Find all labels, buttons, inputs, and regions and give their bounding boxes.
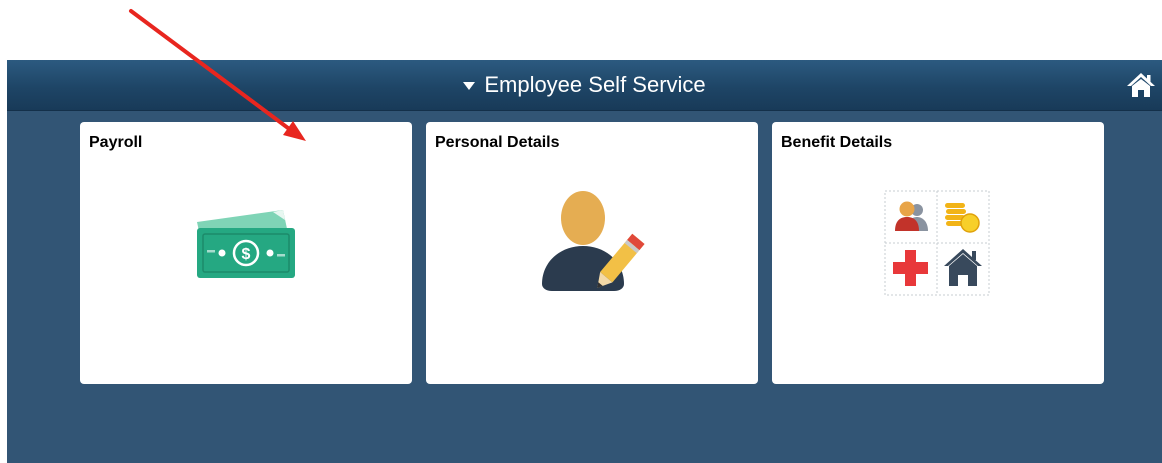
tile-title: Benefit Details	[781, 134, 893, 151]
tile-payroll[interactable]: Payroll $	[80, 122, 412, 384]
money-icon: $	[197, 210, 295, 278]
page-title: Employee Self Service	[484, 72, 706, 97]
tile-title: Personal Details	[435, 134, 560, 151]
home-button[interactable]	[1126, 71, 1156, 99]
svg-text:$: $	[242, 246, 251, 263]
benefits-icon	[884, 190, 990, 296]
tile-title: Payroll	[89, 134, 143, 151]
tile-personal-details[interactable]: Personal Details	[426, 122, 758, 384]
app-frame: Employee Self Service Payroll $ Personal…	[7, 60, 1162, 463]
page: Employee Self Service Payroll $ Personal…	[0, 0, 1162, 463]
header-bar: Employee Self Service	[7, 60, 1162, 111]
home-icon	[1127, 73, 1155, 97]
tile-benefit-details[interactable]: Benefit Details	[772, 122, 1104, 384]
homepage-selector[interactable]: Employee Self Service	[7, 72, 1162, 98]
person-edit-icon	[542, 191, 645, 291]
caret-down-icon	[463, 81, 476, 90]
